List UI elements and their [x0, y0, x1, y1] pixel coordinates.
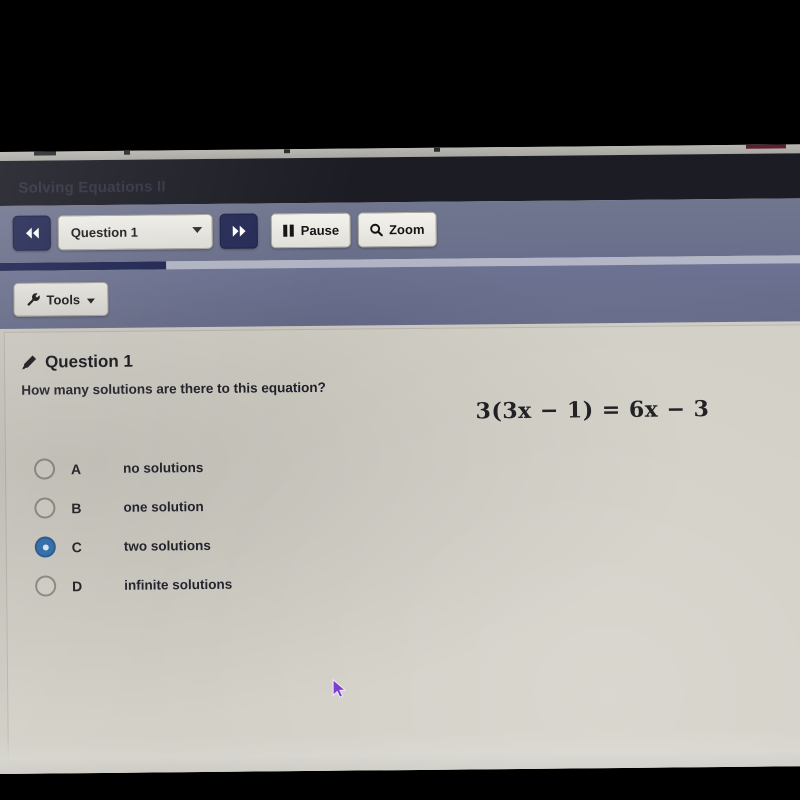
app-title-bar: Solving Equations II [0, 153, 800, 206]
pause-icon [283, 224, 295, 237]
magnifier-icon [370, 223, 384, 237]
option-letter: A [70, 460, 82, 477]
option-letter: B [71, 499, 82, 516]
answer-option-a[interactable]: Ano solutions [33, 457, 231, 480]
option-letter: D [72, 577, 83, 594]
question-content-panel: Question 1 How many solutions are there … [3, 324, 800, 774]
tablet-screen: Solving Equations II Question 1 Pause Zo… [0, 144, 800, 774]
option-text: one solution [123, 499, 204, 515]
browser-tab-gap [33, 151, 57, 156]
zoom-button[interactable]: Zoom [357, 211, 437, 248]
browser-tab-gap [283, 149, 291, 154]
answer-options-list: Ano solutions Bone solution Ctwo solutions… [33, 457, 232, 597]
radio-button-d[interactable] [35, 575, 57, 597]
browser-tab-gap [123, 150, 131, 155]
previous-question-button[interactable] [12, 215, 51, 251]
wrench-icon [26, 293, 40, 307]
double-chevron-right-icon [230, 225, 247, 238]
tools-label: Tools [46, 291, 81, 308]
radio-button-b[interactable] [34, 497, 56, 519]
option-text: no solutions [122, 460, 204, 476]
pencil-icon [21, 355, 37, 371]
answer-option-c[interactable]: Ctwo solutions [34, 535, 232, 558]
zoom-label: Zoom [389, 221, 425, 238]
double-chevron-left-icon [23, 227, 40, 240]
question-select[interactable]: Question 1 [57, 213, 213, 251]
question-select-value: Question 1 [70, 224, 139, 241]
page-title: Solving Equations II [18, 178, 166, 197]
chevron-down-icon [192, 226, 203, 237]
next-question-button[interactable] [219, 213, 258, 249]
option-text: two solutions [123, 537, 211, 554]
answer-option-d[interactable]: Dinfinite solutions [35, 574, 232, 597]
question-prompt: How many solutions are there to this equ… [21, 379, 326, 398]
navigation-toolbar: Question 1 Pause Zoom [0, 198, 800, 263]
tools-bar: Tools [0, 263, 800, 329]
equation-display: 3(3x − 1) = 6x − 3 [475, 396, 710, 425]
answer-option-b[interactable]: Bone solution [34, 496, 231, 519]
question-heading-text: Question 1 [44, 351, 133, 372]
browser-tab-gap [433, 147, 441, 152]
option-letter: C [71, 538, 82, 555]
pause-button[interactable]: Pause [270, 212, 352, 249]
chevron-down-icon [86, 292, 95, 307]
screen-bottom-fade [0, 728, 800, 774]
browser-tab-gap [745, 144, 787, 149]
tools-button[interactable]: Tools [13, 281, 109, 317]
radio-button-a[interactable] [33, 458, 56, 480]
radio-button-c[interactable] [34, 536, 56, 558]
pause-label: Pause [300, 222, 340, 239]
option-text: infinite solutions [124, 576, 233, 593]
question-heading: Question 1 [21, 352, 133, 373]
